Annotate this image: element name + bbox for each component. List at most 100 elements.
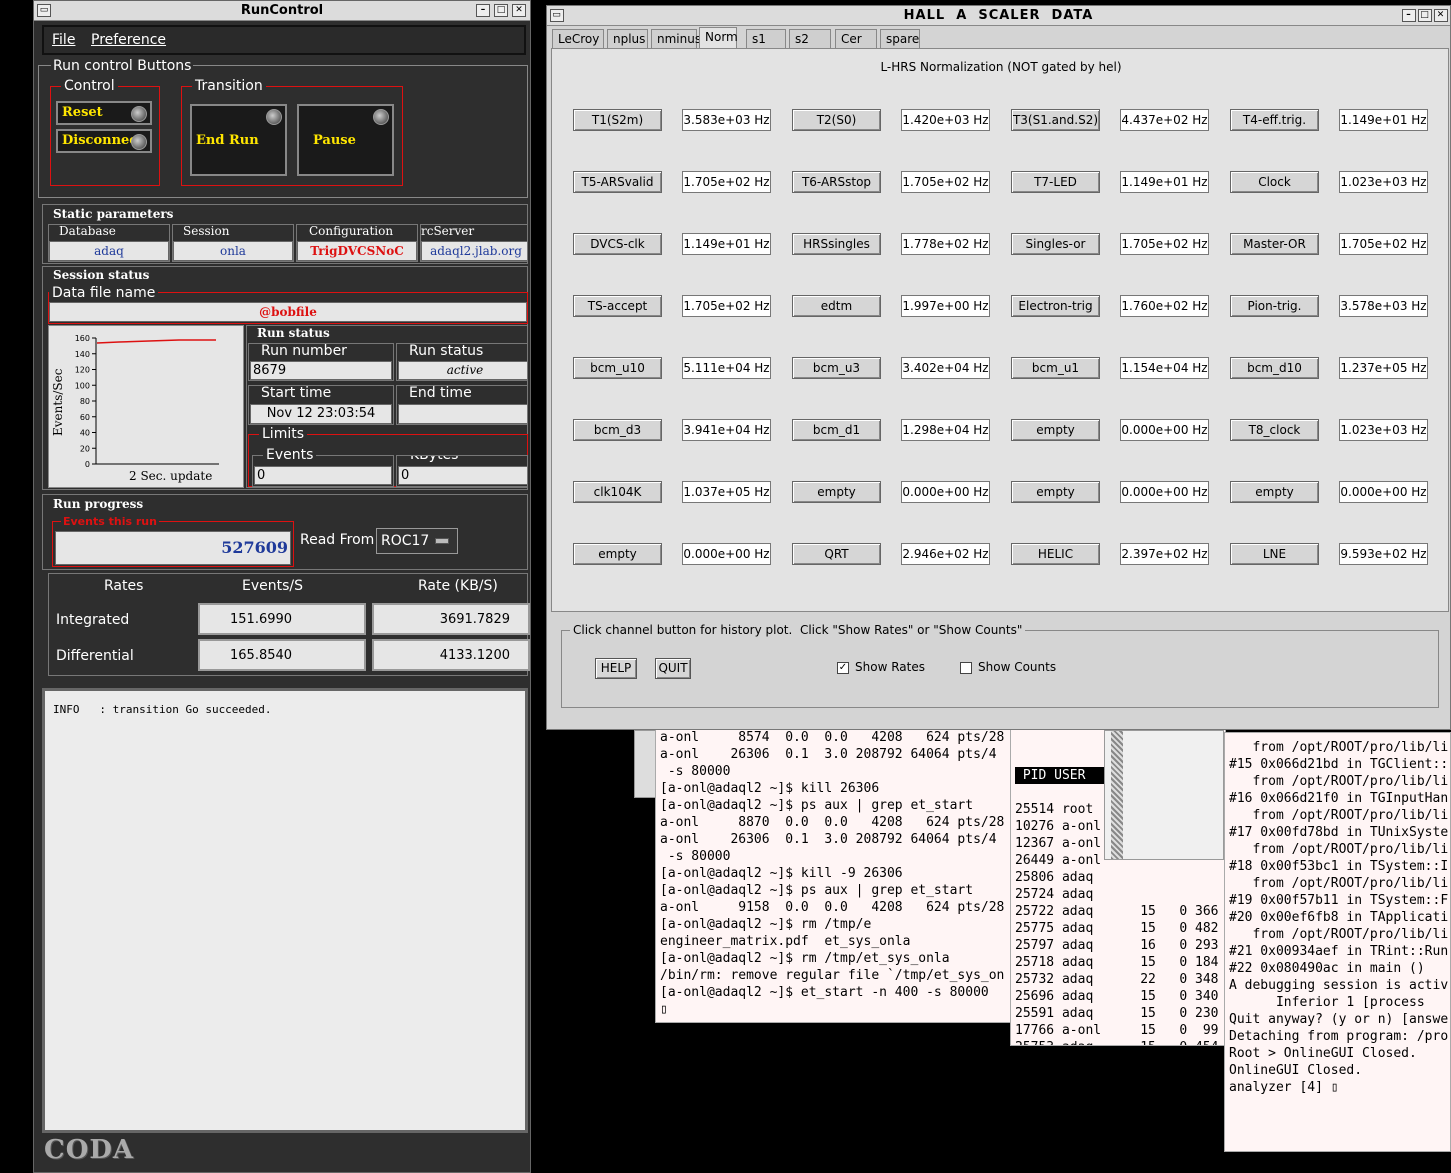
show-rates-checkbox[interactable]: ✓ [837, 662, 849, 674]
channel-rate-field[interactable]: 3.402e+04 Hz [901, 357, 990, 379]
runcontrol-titlebar[interactable]: ▭ RunControl – □ ✕ [34, 1, 530, 21]
channel-button[interactable]: Master-OR [1230, 233, 1319, 255]
channel-rate-field[interactable]: 0.000e+00 Hz [901, 481, 990, 503]
scaler-close-icon[interactable]: ✕ [1434, 9, 1448, 22]
channel-button[interactable]: clk104K [573, 481, 662, 503]
channel-button[interactable]: Electron-trig [1011, 295, 1100, 317]
channel-rate-field[interactable]: 3.941e+04 Hz [682, 419, 771, 441]
tab-lecroy[interactable]: LeCroy [552, 29, 604, 48]
minimize-icon[interactable]: – [476, 4, 490, 17]
channel-button[interactable]: T6-ARSstop [792, 171, 881, 193]
channel-rate-field[interactable]: 1.760e+02 Hz [1120, 295, 1209, 317]
channel-button[interactable]: empty [1011, 481, 1100, 503]
help-button[interactable]: HELP [595, 658, 637, 679]
scaler-minimize-icon[interactable]: – [1402, 9, 1416, 22]
tab-cer[interactable]: Cer [835, 29, 877, 48]
channel-button[interactable]: bcm_d1 [792, 419, 881, 441]
channel-button[interactable]: empty [792, 481, 881, 503]
channel-rate-field[interactable]: 1.997e+00 Hz [901, 295, 990, 317]
channel-button[interactable]: bcm_d3 [573, 419, 662, 441]
channel-rate-field[interactable]: 4.437e+02 Hz [1120, 109, 1209, 131]
channel-rate-field[interactable]: 1.705e+02 Hz [1339, 233, 1428, 255]
channel-rate-field[interactable]: 0.000e+00 Hz [1120, 481, 1209, 503]
terminal-window-shell[interactable]: a-onl 8574 0.0 0.0 4208 624 pts/28 a-onl … [655, 728, 1015, 1023]
channel-rate-field[interactable]: 0.000e+00 Hz [682, 543, 771, 565]
tab-s1[interactable]: s1 [746, 29, 786, 48]
channel-button[interactable]: empty [573, 543, 662, 565]
channel-button[interactable]: QRT [792, 543, 881, 565]
scaler-titlebar[interactable]: ▭ HALL A SCALER DATA – □ ✕ [547, 6, 1450, 26]
channel-rate-field[interactable]: 1.778e+02 Hz [901, 233, 990, 255]
channel-rate-field[interactable]: 2.397e+02 Hz [1120, 543, 1209, 565]
channel-button[interactable]: Pion-trig. [1230, 295, 1319, 317]
tab-norm[interactable]: Norm [699, 27, 738, 48]
quit-button[interactable]: QUIT [655, 658, 691, 679]
channel-button[interactable]: bcm_u3 [792, 357, 881, 379]
close-icon[interactable]: ✕ [512, 4, 526, 17]
channel-button[interactable]: T1(S2m) [573, 109, 662, 131]
tab-s2[interactable]: s2 [789, 29, 831, 48]
channel-button[interactable]: HELIC [1011, 543, 1100, 565]
channel-button[interactable]: Singles-or [1011, 233, 1100, 255]
channel-button[interactable]: TS-accept [573, 295, 662, 317]
channel-button[interactable]: empty [1011, 419, 1100, 441]
channel-rate-field[interactable]: 3.583e+03 Hz [682, 109, 771, 131]
channel-button[interactable]: bcm_d10 [1230, 357, 1319, 379]
events-limit-input[interactable]: 0 [254, 466, 392, 485]
channel-rate-field[interactable]: 1.420e+03 Hz [901, 109, 990, 131]
maximize-icon[interactable]: □ [494, 4, 508, 17]
channel-button[interactable]: LNE [1230, 543, 1319, 565]
pause-button[interactable]: Pause [297, 104, 394, 176]
channel-rate-field[interactable]: 1.298e+04 Hz [901, 419, 990, 441]
tab-nplus[interactable]: nplus [607, 29, 648, 48]
channel-rate-field[interactable]: 1.237e+05 Hz [1339, 357, 1428, 379]
tab-spare[interactable]: spare [880, 29, 920, 48]
scaler-window-menu-icon[interactable]: ▭ [550, 9, 564, 22]
channel-rate-field[interactable]: 1.023e+03 Hz [1339, 171, 1428, 193]
channel-rate-field[interactable]: 1.149e+01 Hz [1120, 171, 1209, 193]
show-counts-checkbox[interactable] [960, 662, 972, 674]
terminal-window-gdb[interactable]: from /opt/ROOT/pro/lib/li #15 0x066d21bd … [1224, 732, 1451, 1152]
channel-button[interactable]: T7-LED [1011, 171, 1100, 193]
channel-rate-field[interactable]: 3.578e+03 Hz [1339, 295, 1428, 317]
channel-rate-field[interactable]: 1.705e+02 Hz [682, 295, 771, 317]
read-from-select[interactable]: ROC17 [376, 528, 458, 554]
channel-button[interactable]: T8_clock [1230, 419, 1319, 441]
end-run-button[interactable]: End Run [190, 104, 287, 176]
channel-button[interactable]: Clock [1230, 171, 1319, 193]
channel-button[interactable]: HRSsingles [792, 233, 881, 255]
channel-rate-field[interactable]: 1.705e+02 Hz [1120, 233, 1209, 255]
channel-rate-field[interactable]: 1.037e+05 Hz [682, 481, 771, 503]
channel-button[interactable]: bcm_u1 [1011, 357, 1100, 379]
channel-button[interactable]: bcm_u10 [573, 357, 662, 379]
message-log[interactable]: INFO : transition Go succeeded. [42, 688, 528, 1133]
kbytes-limit-input[interactable]: 0 [398, 466, 527, 485]
channel-rate-field[interactable]: 1.154e+04 Hz [1120, 357, 1209, 379]
channel-rate-field[interactable]: 0.000e+00 Hz [1339, 481, 1428, 503]
menu-file[interactable]: File [52, 32, 75, 48]
channel-rate-field[interactable]: 0.000e+00 Hz [1120, 419, 1209, 441]
channel-rate-field[interactable]: 1.149e+01 Hz [1339, 109, 1428, 131]
scaler-maximize-icon[interactable]: □ [1418, 9, 1432, 22]
tab-nminus[interactable]: nminus [651, 29, 701, 48]
channel-button[interactable]: T4-eff.trig. [1230, 109, 1319, 131]
channel-rate-field[interactable]: 1.705e+02 Hz [682, 171, 771, 193]
channel-rate-field[interactable]: 1.149e+01 Hz [682, 233, 771, 255]
reset-button[interactable]: Reset [56, 101, 152, 125]
channel-rate-field[interactable]: 1.705e+02 Hz [901, 171, 990, 193]
channel-button[interactable]: edtm [792, 295, 881, 317]
channel-rate-field[interactable]: 2.946e+02 Hz [901, 543, 990, 565]
norm-tab-panel: L-HRS Normalization (NOT gated by hel) T… [551, 48, 1449, 612]
channel-rate-field[interactable]: 5.111e+04 Hz [682, 357, 771, 379]
channel-button[interactable]: empty [1230, 481, 1319, 503]
disconnect-button[interactable]: Disconnect [56, 129, 152, 153]
menu-preference[interactable]: Preference [91, 32, 166, 48]
window-menu-icon[interactable]: ▭ [37, 4, 51, 17]
channel-rate-field[interactable]: 9.593e+02 Hz [1339, 543, 1428, 565]
popup-scrollbar[interactable] [1111, 731, 1123, 859]
channel-button[interactable]: T3(S1.and.S2) [1011, 109, 1100, 131]
channel-rate-field[interactable]: 1.023e+03 Hz [1339, 419, 1428, 441]
channel-button[interactable]: T5-ARSvalid [573, 171, 662, 193]
channel-button[interactable]: T2(S0) [792, 109, 881, 131]
channel-button[interactable]: DVCS-clk [573, 233, 662, 255]
